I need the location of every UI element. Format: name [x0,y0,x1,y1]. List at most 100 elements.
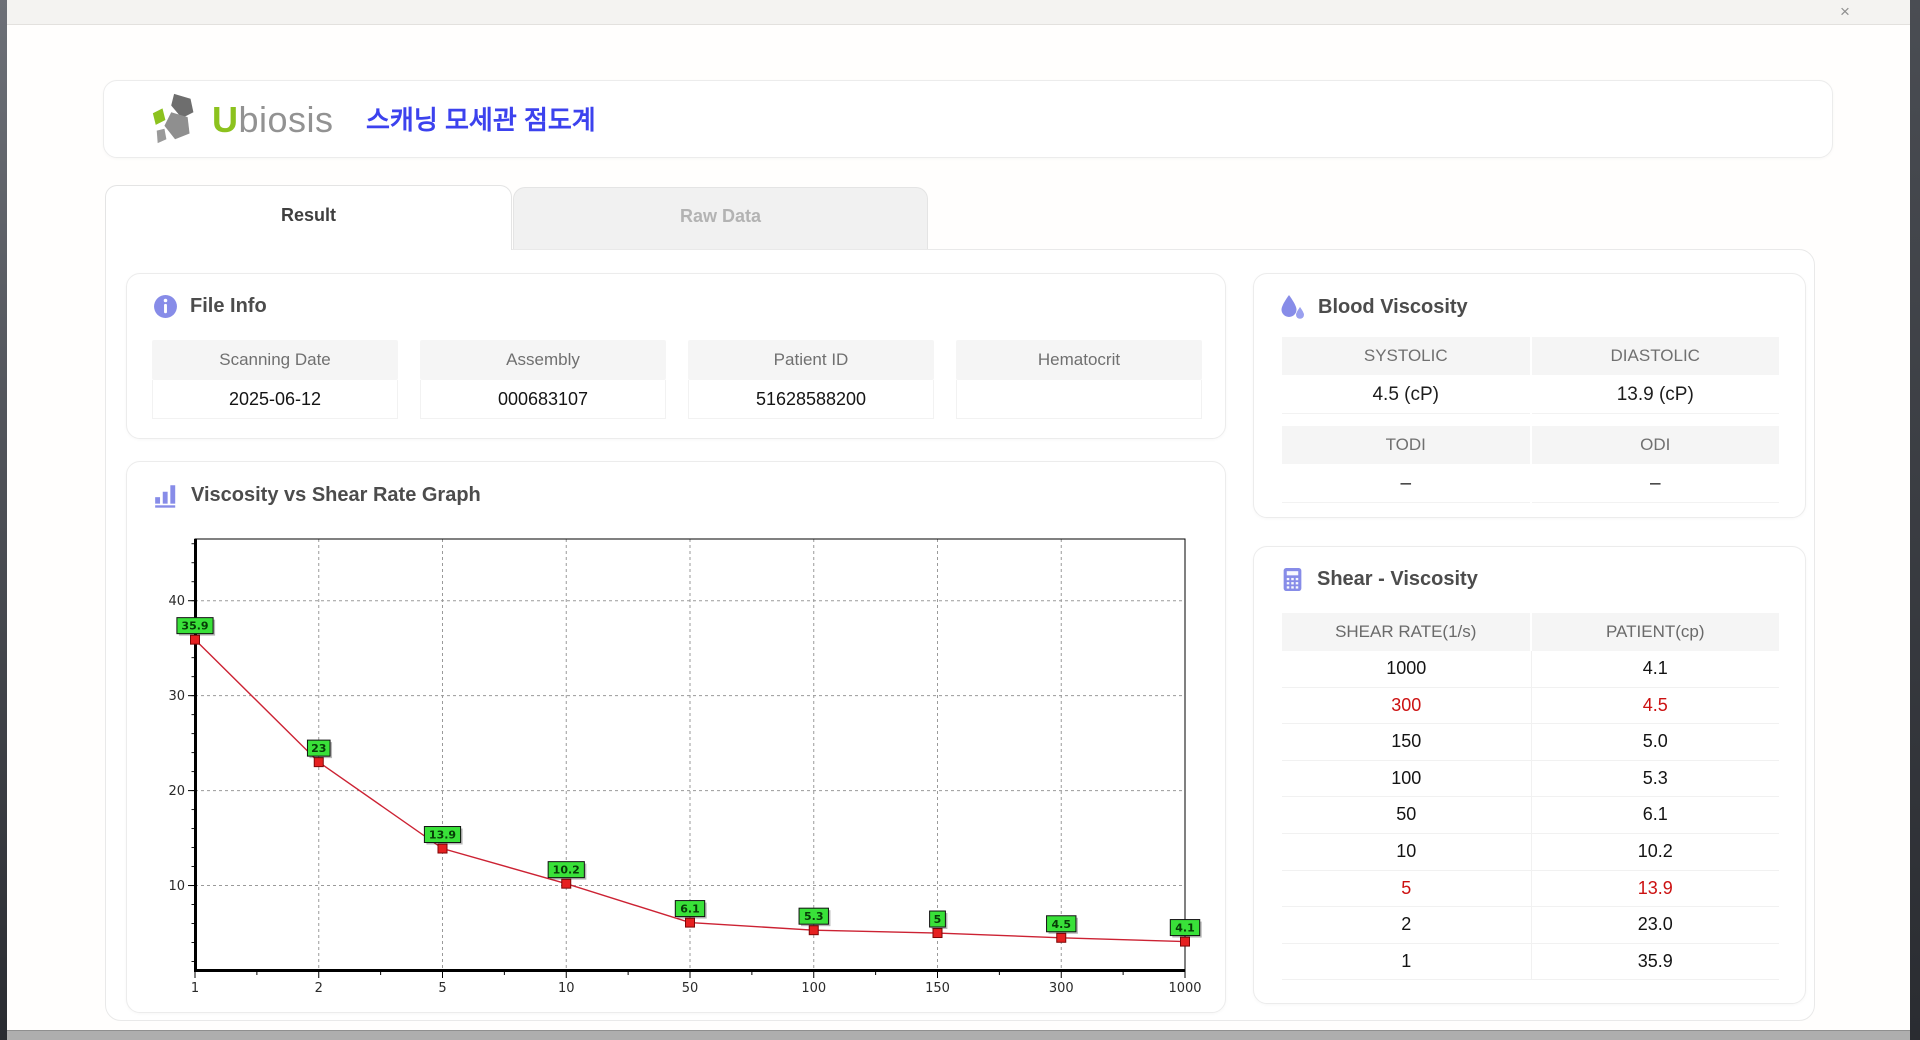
blood-viscosity-label: TODI [1282,426,1530,464]
blood-viscosity-labels-row-2: TODI ODI [1282,426,1779,464]
tab-raw-data[interactable]: Raw Data [513,187,928,249]
patient-cell: 23.0 [1530,907,1780,943]
shear-table-header: SHEAR RATE(1/s) PATIENT(cp) [1282,613,1779,651]
x-tick-label: 1 [191,981,199,996]
data-label-text: 4.1 [1175,922,1195,935]
shear-rate-cell: 150 [1391,731,1422,752]
shear-table-row: 1 35.9 [1282,943,1780,981]
patient-cell: 4.1 [1530,651,1780,687]
shear-viscosity-title: Shear - Viscosity [1317,568,1478,590]
shear-rate-cell: 50 [1396,804,1417,825]
x-tick-label: 2 [315,981,323,996]
file-info-field-value: 51628588200 [688,380,934,419]
shear-rate-cell: 2 [1401,914,1412,935]
file-info-field: Assembly 000683107 [420,340,666,419]
data-label-text: 23 [311,742,326,755]
shear-rate-cell: 10 [1396,840,1417,861]
y-tick-label: 40 [168,594,185,609]
patient-cell: 35.9 [1530,943,1780,980]
shear-rate-cell: 1000 [1386,658,1427,678]
x-tick-label: 100 [801,981,826,996]
data-point-marker [685,917,695,928]
y-tick-label: 20 [168,784,185,799]
data-label-text: 5 [934,913,942,926]
x-tick-label: 10 [558,981,575,996]
shear-rate-cell: 300 [1391,694,1422,715]
shear-rate-cell: 1 [1401,950,1412,971]
data-label-text: 10.2 [553,864,580,877]
y-tick-label: 30 [168,689,185,704]
y-tick-label: 10 [168,879,185,894]
graph-card: Viscosity vs Shear Rate Graph 1 2 5 10 50 100… [126,461,1226,1013]
blood-viscosity-values-row-2: – – [1282,464,1779,503]
x-tick-label: 1000 [1168,981,1201,996]
shear-table-row: 300 4.5 [1282,687,1780,725]
header-card: Ubiosis 스캐닝 모세관 점도계 [103,80,1833,158]
blood-viscosity-values-row-1: 4.5 (cP) 13.9 (cP) [1282,375,1779,414]
data-label-text: 6.1 [680,903,700,916]
patient-cell: 10.2 [1530,833,1780,870]
patient-cell: 5.3 [1530,760,1780,797]
desktop-left-edge [0,0,7,1040]
desktop-right-edge [1910,0,1920,1040]
patient-cell: 6.1 [1530,797,1780,833]
data-point-marker [932,928,943,939]
viscosity-chart: 1 2 5 10 50 100 150 300 1000 10 20 30 40 35.9 23 13.9 10… [152,532,1212,1002]
brand-letter-u: U [212,99,239,140]
file-info-field-value [956,380,1202,419]
file-info-card: File Info Scanning Date 2025-06-12 Assembl… [126,273,1226,439]
shear-rate-column-header: SHEAR RATE(1/s) [1282,613,1530,651]
shear-table-row: 100 5.3 [1282,760,1780,798]
tab-result[interactable]: Result [105,185,512,250]
bar-chart-icon [155,485,176,508]
blood-viscosity-value: 13.9 (cP) [1531,375,1779,414]
window-bottom-edge [7,1030,1910,1040]
app-window: Ubiosis 스캐닝 모세관 점도계 Result Raw Data File… [7,25,1910,1030]
close-icon[interactable]: × [1832,0,1858,25]
shear-table-row: 150 5.0 [1282,724,1779,761]
data-label-text: 5.3 [804,910,824,923]
file-info-field: Hematocrit [956,340,1202,419]
x-tick-label: 150 [925,981,950,996]
shear-rate-cell: 100 [1391,767,1422,788]
shear-viscosity-card: Shear - Viscosity SHEAR RATE(1/s) PATIENT… [1253,546,1806,1004]
data-label-text: 4.5 [1052,918,1072,931]
data-point-marker [1056,932,1067,943]
data-point-marker [808,925,819,936]
shear-table-row: 5 13.9 [1282,870,1780,908]
data-point-marker [437,843,448,854]
graph-title: Viscosity vs Shear Rate Graph [191,483,481,506]
viscosity-shear-rate-plot: 1 2 5 10 50 100 150 300 1000 10 20 30 40 35.9 23 13.9 10… [168,538,1202,996]
patient-column-header: PATIENT(cp) [1531,613,1779,651]
blood-viscosity-title: Blood Viscosity [1318,296,1468,318]
blood-viscosity-value: – [1531,464,1779,503]
info-icon [154,295,177,318]
x-tick-label: 50 [682,981,699,996]
calculator-icon [1283,568,1302,591]
hexagon-cluster-icon [152,93,194,144]
shear-viscosity-table: SHEAR RATE(1/s) PATIENT(cp) 1000 4.1 300 4.5 1… [1282,613,1780,981]
data-point-marker [313,757,324,768]
file-info-field-label: Patient ID [688,340,934,380]
data-point-marker [561,878,572,889]
x-tick-label: 300 [1049,981,1074,996]
file-info-field-value: 000683107 [420,380,666,419]
blood-viscosity-label: SYSTOLIC [1282,337,1530,375]
blood-viscosity-labels-row-1: SYSTOLIC DIASTOLIC [1282,337,1779,375]
brand-rest: biosis [238,99,334,140]
blood-viscosity-value: 4.5 (cP) [1282,375,1530,414]
blood-viscosity-value: – [1282,464,1530,503]
blood-viscosity-label: ODI [1531,426,1779,464]
patient-cell: 13.9 [1530,870,1780,907]
data-label-text: 13.9 [429,829,456,842]
brand-text: Ubiosis [212,99,334,141]
file-info-field-value: 2025-06-12 [152,380,398,419]
patient-cell: 4.5 [1530,687,1780,724]
file-info-title: File Info [190,295,267,317]
shear-table-row: 1000 4.1 [1282,651,1779,688]
shear-table-row: 2 23.0 [1282,907,1779,944]
result-tab-panel: File Info Scanning Date 2025-06-12 Assembl… [105,249,1815,1021]
data-point-marker [190,634,200,645]
file-info-field-label: Scanning Date [152,340,398,380]
shear-table-row: 10 10.2 [1282,833,1780,871]
